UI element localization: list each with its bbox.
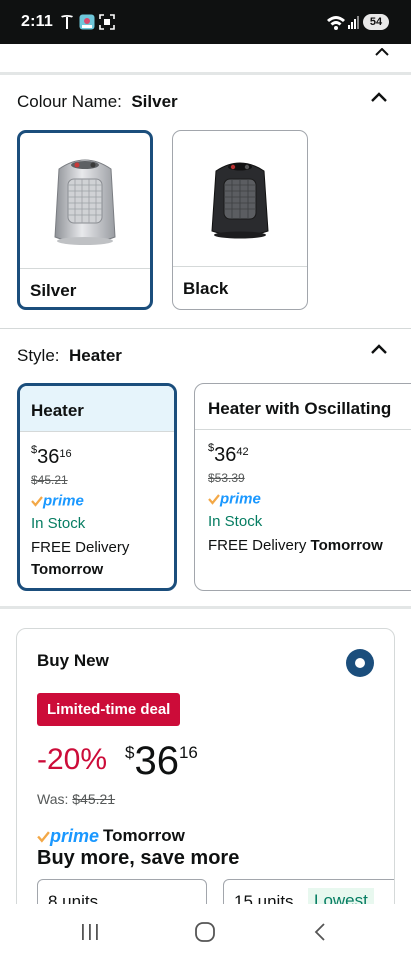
status-bar: 2:11 54 bbox=[0, 0, 411, 44]
divider bbox=[0, 72, 411, 75]
divider bbox=[0, 328, 411, 329]
buy-new-title: Buy New bbox=[37, 651, 109, 670]
prime-badge: prime bbox=[31, 492, 84, 510]
delivery-day: Tomorrow bbox=[310, 537, 383, 554]
black-heater-image bbox=[173, 131, 307, 266]
status-time: 2:11 bbox=[21, 13, 53, 30]
style-card-header: Heater bbox=[20, 386, 174, 432]
style-label: Style: bbox=[17, 346, 60, 365]
stock-status: In Stock bbox=[208, 513, 263, 530]
style-card-title: Heater bbox=[31, 401, 84, 420]
battery-indicator: 54 bbox=[363, 14, 389, 30]
swatch-separator bbox=[173, 266, 307, 267]
price-whole: 36 bbox=[214, 444, 237, 466]
style-card-price: $3642 bbox=[208, 442, 249, 467]
silver-heater-picture bbox=[54, 159, 116, 245]
buy-price: $3616 bbox=[125, 739, 198, 784]
prime-badge: prime bbox=[208, 490, 261, 508]
delivery-prefix: FREE Delivery bbox=[208, 537, 307, 554]
currency-symbol: $ bbox=[125, 743, 135, 762]
colour-label: Colour Name: bbox=[17, 92, 122, 111]
chevron-icon bbox=[375, 48, 389, 56]
stock-status: In Stock bbox=[31, 515, 86, 532]
buy-more-heading: Buy more, save more bbox=[37, 847, 240, 869]
prime-label: prime bbox=[50, 826, 100, 846]
collapse-style-icon[interactable] bbox=[370, 343, 388, 355]
home-icon[interactable] bbox=[193, 921, 217, 943]
currency-symbol: $ bbox=[208, 442, 215, 455]
swatch-label: Black bbox=[183, 279, 229, 298]
was-label: Was: bbox=[37, 791, 69, 807]
buy-new-radio[interactable] bbox=[346, 649, 374, 677]
colour-option-silver[interactable]: Silver bbox=[17, 130, 153, 310]
collapse-colour-icon[interactable] bbox=[370, 91, 388, 103]
navigation-bar bbox=[0, 904, 411, 960]
back-icon[interactable] bbox=[309, 921, 333, 943]
was-price: $45.21 bbox=[72, 791, 116, 807]
swatch-separator bbox=[20, 268, 150, 269]
style-option-heater[interactable]: Heater $3616 $45.21 prime In Stock FREE … bbox=[17, 383, 177, 591]
was-price-row: Was: $45.21 bbox=[37, 791, 115, 807]
colour-option-black[interactable]: Black bbox=[172, 130, 308, 310]
buy-new-box[interactable]: Buy New Limited-time deal -20% $3616 Was… bbox=[16, 628, 395, 928]
prime-check-icon bbox=[31, 496, 43, 507]
colour-selected-value: Silver bbox=[131, 92, 178, 111]
delivery-day: Tomorrow bbox=[103, 826, 185, 845]
delivery-day: Tomorrow bbox=[31, 561, 104, 578]
colour-heading: Colour Name: Silver bbox=[17, 92, 178, 112]
recent-apps-icon[interactable] bbox=[78, 921, 102, 943]
black-heater-picture bbox=[211, 162, 269, 238]
swatch-label: Silver bbox=[30, 281, 77, 300]
prime-label: prime bbox=[220, 490, 261, 508]
app-notification-icon bbox=[79, 14, 95, 30]
style-heading: Style: Heater bbox=[17, 346, 122, 366]
delivery-prefix: FREE Delivery bbox=[31, 539, 130, 556]
tesla-icon bbox=[61, 15, 73, 29]
deal-badge: Limited-time deal bbox=[37, 693, 181, 726]
discount-percent: -20% bbox=[37, 743, 108, 776]
style-card-header: Heater with Oscillating bbox=[195, 384, 411, 430]
style-card-price: $3616 bbox=[31, 444, 72, 469]
price-whole: 36 bbox=[134, 739, 179, 783]
style-selected-value: Heater bbox=[68, 346, 122, 365]
prime-label: prime bbox=[43, 492, 84, 510]
top-spacer bbox=[0, 44, 411, 74]
prime-check-icon bbox=[37, 831, 50, 843]
signal-icon bbox=[348, 16, 359, 29]
style-card-title: Heater with Oscillating bbox=[208, 399, 392, 418]
price-fraction: 16 bbox=[178, 743, 198, 762]
delivery-info: FREE Delivery Tomorrow bbox=[31, 537, 129, 581]
was-price: $53.39 bbox=[208, 471, 245, 485]
price-whole: 36 bbox=[37, 446, 60, 468]
delivery-info: FREE Delivery Tomorrow bbox=[208, 535, 383, 557]
currency-symbol: $ bbox=[31, 444, 38, 457]
divider bbox=[0, 606, 411, 609]
silver-heater-image bbox=[20, 133, 150, 268]
style-option-heater-oscillating[interactable]: Heater with Oscillating $3642 $53.39 pri… bbox=[194, 383, 411, 591]
prime-check-icon bbox=[208, 494, 220, 505]
price-fraction: 16 bbox=[59, 448, 72, 460]
wifi-icon bbox=[327, 16, 345, 30]
screenshot-icon bbox=[99, 14, 115, 30]
price-fraction: 42 bbox=[236, 446, 249, 458]
prime-delivery: prime Tomorrow bbox=[37, 826, 185, 848]
was-price: $45.21 bbox=[31, 473, 68, 487]
